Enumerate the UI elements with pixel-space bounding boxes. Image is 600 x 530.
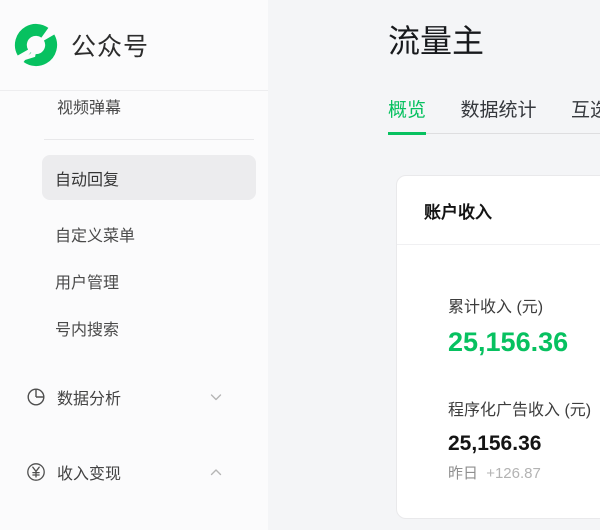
- metric-value: 25,156.36: [448, 327, 600, 357]
- card-body: 累计收入 (元) 25,156.36 程序化广告收入 (元) 25,156.36…: [397, 245, 600, 483]
- tab-bar: 概览 数据统计 互选广告: [388, 99, 600, 134]
- tab-label: 互选广告: [571, 100, 600, 121]
- sidebar-item-user-management[interactable]: 用户管理: [42, 258, 256, 303]
- card-title: 账户收入: [397, 176, 600, 245]
- tab-mutual-selection-ads[interactable]: 互选广告: [571, 99, 600, 132]
- sidebar-section-data-analysis[interactable]: 数据分析: [0, 375, 268, 419]
- chevron-down-icon: [208, 389, 224, 405]
- yesterday-delta: +126.87: [486, 465, 541, 482]
- sidebar-item-label: 用户管理: [55, 269, 119, 293]
- sidebar-item-account-search[interactable]: 号内搜索: [42, 305, 256, 350]
- yesterday-label: 昨日: [448, 465, 478, 482]
- sidebar-item-label: 视频弹幕: [57, 94, 121, 118]
- sidebar-nav: 视频弹幕 自动回复 自定义菜单 用户管理 号内搜索: [0, 91, 268, 494]
- sidebar-item-custom-menu[interactable]: 自定义菜单: [42, 211, 256, 256]
- sidebar: 公众号 视频弹幕 自动回复 自定义菜单 用户管理 号内搜索: [0, 0, 268, 530]
- wechat-official-accounts-logo-icon[interactable]: [14, 23, 58, 67]
- metric-label: 累计收入 (元): [448, 298, 600, 318]
- sidebar-item-label: 自定义菜单: [55, 222, 135, 246]
- metric-value: 25,156.36: [448, 432, 600, 455]
- yuan-circle-icon: [26, 462, 46, 482]
- sidebar-item-label: 自动回复: [55, 166, 119, 190]
- sidebar-header: 公众号: [0, 0, 268, 91]
- sidebar-item-label: 号内搜索: [55, 316, 119, 340]
- page-title: 流量主: [388, 20, 484, 62]
- sidebar-section-label: 收入变现: [57, 460, 121, 484]
- metric-subline: 昨日 +126.87: [448, 464, 600, 483]
- tab-label: 数据统计: [460, 100, 536, 121]
- main-content: 流量主 概览 数据统计 互选广告 账户收入 累计收入 (元) 25,156.36…: [268, 0, 600, 530]
- metric-programmatic-ad-income: 程序化广告收入 (元) 25,156.36 昨日 +126.87: [448, 401, 600, 483]
- sidebar-item-auto-reply[interactable]: 自动回复: [42, 155, 256, 200]
- sidebar-item-video-danmu[interactable]: 视频弹幕: [0, 91, 268, 121]
- tab-label: 概览: [388, 100, 426, 121]
- sidebar-section-label: 数据分析: [57, 385, 121, 409]
- metric-cumulative-income: 累计收入 (元) 25,156.36: [448, 298, 600, 357]
- metric-label: 程序化广告收入 (元): [448, 401, 600, 421]
- sidebar-group-divider: [44, 139, 254, 140]
- brand-title: 公众号: [71, 27, 149, 63]
- pie-chart-icon: [26, 387, 46, 407]
- sidebar-section-income-monetization[interactable]: 收入变现: [0, 450, 268, 494]
- account-income-card: 账户收入 累计收入 (元) 25,156.36 程序化广告收入 (元) 25,1…: [396, 175, 600, 519]
- tab-overview[interactable]: 概览: [388, 99, 426, 135]
- tab-data-statistics[interactable]: 数据统计: [460, 99, 536, 132]
- chevron-up-icon: [208, 464, 224, 480]
